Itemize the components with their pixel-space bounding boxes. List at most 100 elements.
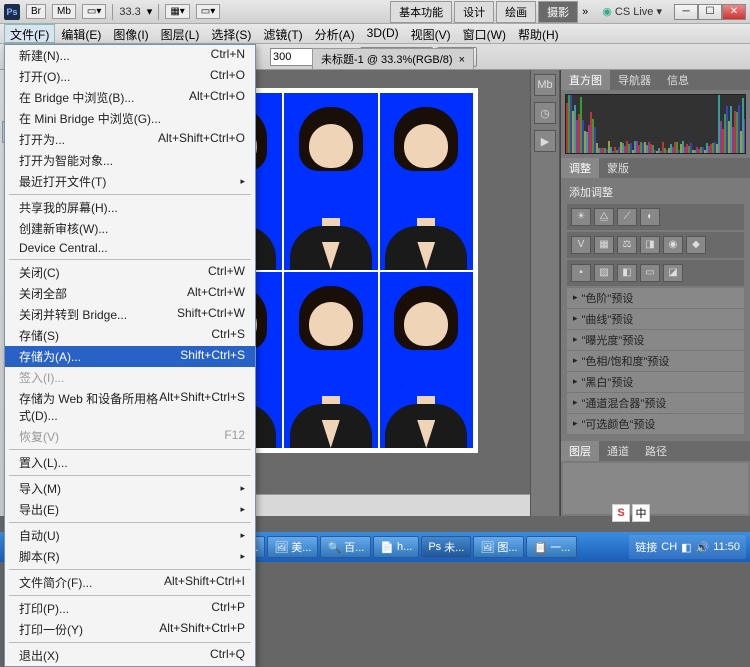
menu-item[interactable]: 打开为...Alt+Shift+Ctrl+O: [5, 129, 255, 150]
hue-icon[interactable]: ▦: [594, 236, 614, 254]
threshold-icon[interactable]: ◧: [617, 264, 637, 282]
menu-edit[interactable]: 编辑(E): [55, 24, 107, 43]
close-doc-icon[interactable]: ×: [459, 54, 465, 66]
menu-item[interactable]: 新建(N)...Ctrl+N: [5, 45, 255, 66]
menu-item[interactable]: 存储(S)Ctrl+S: [5, 325, 255, 346]
ws-tab-essentials[interactable]: 基本功能: [390, 1, 452, 23]
preset-item[interactable]: "色相/饱和度"预设: [567, 351, 744, 372]
tab-channels[interactable]: 通道: [599, 441, 637, 461]
menu-item[interactable]: 打开为智能对象...: [5, 150, 255, 171]
menu-item[interactable]: 打印(P)...Ctrl+P: [5, 598, 255, 619]
menu-item[interactable]: 文件简介(F)...Alt+Shift+Ctrl+I: [5, 572, 255, 593]
menu-item[interactable]: 打印一份(Y)Alt+Shift+Ctrl+P: [5, 619, 255, 640]
menu-filter[interactable]: 滤镜(T): [257, 24, 308, 43]
taskbar-item[interactable]: 📋一...: [526, 536, 577, 558]
cslive-button[interactable]: ◉ CS Live ▾: [596, 3, 668, 20]
taskbar-item[interactable]: Ps未...: [421, 536, 471, 558]
dock-minibridge-icon[interactable]: Mb: [534, 74, 556, 96]
menu-item[interactable]: 导出(E)▸: [5, 499, 255, 520]
menu-help[interactable]: 帮助(H): [512, 24, 565, 43]
tab-info[interactable]: 信息: [659, 70, 697, 90]
view-extras-btn[interactable]: ▦▾: [165, 4, 189, 19]
menu-item[interactable]: 在 Bridge 中浏览(B)...Alt+Ctrl+O: [5, 87, 255, 108]
taskbar-item[interactable]: 🖼图...: [473, 536, 524, 558]
ws-tab-design[interactable]: 设计: [454, 1, 494, 23]
ws-more-icon[interactable]: »: [580, 6, 590, 18]
menu-item[interactable]: 存储为(A)...Shift+Ctrl+S: [5, 346, 255, 367]
bridge-btn[interactable]: Br: [26, 4, 46, 19]
menu-item[interactable]: 共享我的屏幕(H)...: [5, 197, 255, 218]
menu-item[interactable]: 置入(L)...: [5, 452, 255, 473]
menu-item[interactable]: 退出(X)Ctrl+Q: [5, 645, 255, 666]
selectivecolor-icon[interactable]: ◪: [663, 264, 683, 282]
preset-item[interactable]: "曲线"预设: [567, 309, 744, 330]
menu-item[interactable]: Device Central...: [5, 239, 255, 257]
menu-item[interactable]: 存储为 Web 和设备所用格式(D)...Alt+Shift+Ctrl+S: [5, 388, 255, 426]
ime-indicator[interactable]: CH: [661, 541, 677, 553]
close-button[interactable]: ✕: [722, 4, 746, 20]
menu-analysis[interactable]: 分析(A): [309, 24, 361, 43]
dock-actions-icon[interactable]: ▶: [534, 130, 556, 152]
tray-icon[interactable]: ◧: [681, 541, 691, 554]
menu-item[interactable]: 自动(U)▸: [5, 525, 255, 546]
taskbar-item[interactable]: 📄h...: [373, 536, 419, 558]
menu-file[interactable]: 文件(F): [4, 24, 55, 43]
invert-icon[interactable]: ▪: [571, 264, 591, 282]
menu-item[interactable]: 关闭全部Alt+Ctrl+W: [5, 283, 255, 304]
tab-masks[interactable]: 蒙版: [599, 158, 637, 178]
tab-adjustments[interactable]: 调整: [561, 158, 599, 178]
menu-item[interactable]: 在 Mini Bridge 中浏览(G)...: [5, 108, 255, 129]
photofilter-icon[interactable]: ◉: [663, 236, 683, 254]
brightness-icon[interactable]: ☀: [571, 208, 591, 226]
menu-item[interactable]: 创建新审核(W)...: [5, 218, 255, 239]
taskbar-item[interactable]: 🖼美...: [267, 536, 318, 558]
layers-panel-body[interactable]: [563, 463, 748, 514]
document-tab[interactable]: 未标题-1 @ 33.3%(RGB/8)×: [312, 48, 474, 70]
dock-history-icon[interactable]: ◷: [534, 102, 556, 124]
menu-layer[interactable]: 图层(L): [155, 24, 206, 43]
ws-tab-painting[interactable]: 绘画: [496, 1, 536, 23]
menu-item[interactable]: 关闭(C)Ctrl+W: [5, 262, 255, 283]
menu-item[interactable]: 关闭并转到 Bridge...Shift+Ctrl+W: [5, 304, 255, 325]
menu-window[interactable]: 窗口(W): [457, 24, 512, 43]
tab-histogram[interactable]: 直方图: [561, 70, 610, 90]
ime-sogou-icon[interactable]: S: [612, 504, 630, 522]
menu-image[interactable]: 图像(I): [107, 24, 154, 43]
zoom-value[interactable]: 33.3: [119, 6, 140, 18]
menu-select[interactable]: 选择(S): [205, 24, 257, 43]
preset-item[interactable]: "曝光度"预设: [567, 330, 744, 351]
ws-tab-photography[interactable]: 摄影: [538, 1, 578, 23]
menu-item[interactable]: 导入(M)▸: [5, 478, 255, 499]
minibridge-btn[interactable]: Mb: [52, 4, 76, 19]
menu-3d[interactable]: 3D(D): [361, 24, 405, 43]
colorbalance-icon[interactable]: ⚖: [617, 236, 637, 254]
resolution-input[interactable]: [270, 48, 318, 66]
tab-paths[interactable]: 路径: [637, 441, 675, 461]
exposure-icon[interactable]: ◐: [640, 208, 660, 226]
screen-mode-btn[interactable]: ▭▾: [82, 4, 106, 19]
arrange-docs-btn[interactable]: ▭▾: [196, 4, 220, 19]
preset-item[interactable]: "色阶"预设: [567, 288, 744, 309]
minimize-button[interactable]: ─: [674, 4, 698, 20]
maximize-button[interactable]: ☐: [698, 4, 722, 20]
menu-item[interactable]: 脚本(R)▸: [5, 546, 255, 567]
channelmixer-icon[interactable]: ◆: [686, 236, 706, 254]
ime-lang-icon[interactable]: 中: [632, 504, 650, 522]
posterize-icon[interactable]: ▨: [594, 264, 614, 282]
preset-item[interactable]: "通道混合器"预设: [567, 393, 744, 414]
levels-icon[interactable]: ⧋: [594, 208, 614, 226]
clock[interactable]: 11:50: [713, 541, 740, 553]
preset-item[interactable]: "黑白"预设: [567, 372, 744, 393]
tab-layers[interactable]: 图层: [561, 441, 599, 461]
menu-item[interactable]: 打开(O)...Ctrl+O: [5, 66, 255, 87]
gradientmap-icon[interactable]: ▭: [640, 264, 660, 282]
preset-item[interactable]: "可选颜色"预设: [567, 414, 744, 435]
system-tray[interactable]: 链接 CH ◧ 🔊 11:50: [629, 535, 746, 559]
tab-navigator[interactable]: 导航器: [610, 70, 659, 90]
volume-icon[interactable]: 🔊: [696, 541, 710, 554]
menu-item[interactable]: 最近打开文件(T)▸: [5, 171, 255, 192]
curves-icon[interactable]: ⟋: [617, 208, 637, 226]
bw-icon[interactable]: ◨: [640, 236, 660, 254]
vibrance-icon[interactable]: V: [571, 236, 591, 254]
taskbar-item[interactable]: 🔍百...: [320, 536, 371, 558]
